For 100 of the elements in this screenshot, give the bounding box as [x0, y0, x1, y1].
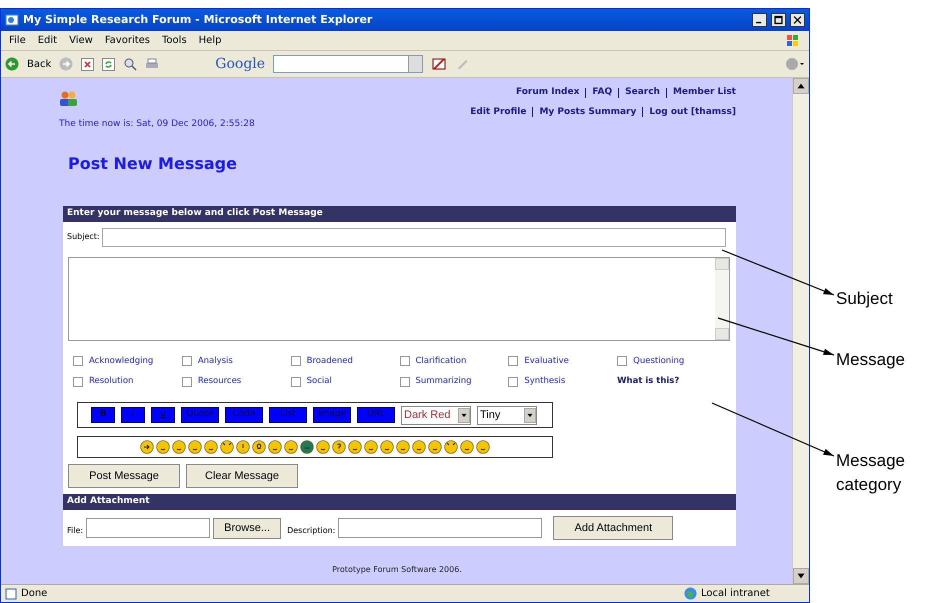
smiley-icon[interactable]	[268, 440, 282, 454]
message-field[interactable]	[68, 256, 730, 340]
smiley-icon[interactable]	[172, 440, 186, 454]
stop-icon[interactable]	[81, 58, 94, 70]
annotation-label: Subject	[836, 288, 893, 310]
smiley-icon[interactable]	[412, 440, 426, 454]
minimize-icon[interactable]	[752, 13, 767, 27]
page-icon	[5, 588, 17, 600]
smiley-icon[interactable]	[252, 440, 266, 454]
annotation-label: Message	[836, 349, 905, 371]
checkbox[interactable]	[617, 356, 628, 366]
current-time: The time now is: Sat, 09 Dec 2006, 2:55:28	[59, 118, 255, 131]
file-field[interactable]	[86, 518, 210, 538]
printer-icon[interactable]	[145, 57, 160, 71]
smiley-icon[interactable]	[348, 440, 362, 454]
category-label: Clarification	[416, 354, 466, 368]
footer-text: Prototype Forum Software 2006.	[331, 564, 463, 576]
smiley-icon[interactable]	[284, 440, 298, 454]
popup-blocker-icon[interactable]	[431, 57, 448, 71]
category-label: Broadened	[306, 354, 353, 368]
nav-link[interactable]: Search	[625, 86, 660, 100]
windows-logo-icon	[785, 32, 801, 48]
scrollbar[interactable]	[715, 258, 729, 340]
menu-item[interactable]: Help	[198, 33, 222, 48]
search-field[interactable]	[273, 55, 424, 73]
smiley-icon[interactable]	[460, 440, 474, 454]
smiley-icon[interactable]	[332, 440, 346, 454]
smiley-icon[interactable]	[188, 440, 202, 454]
subject-field[interactable]	[102, 228, 726, 246]
checkbox[interactable]	[400, 376, 410, 387]
nav-link[interactable]: Edit Profile	[470, 106, 526, 119]
nav-link[interactable]: My Posts Summary	[539, 106, 636, 119]
smiley-icon[interactable]	[236, 440, 250, 454]
category-label: Social	[306, 375, 332, 388]
size-select[interactable]: Tiny	[477, 406, 537, 424]
smiley-icon[interactable]	[156, 440, 170, 454]
color-select[interactable]: Dark Red	[401, 406, 471, 424]
category-label: Synthesis	[524, 375, 566, 388]
smiley-icon[interactable]	[300, 440, 314, 454]
post-button[interactable]: Post Message	[68, 464, 180, 488]
smiley-icon[interactable]	[396, 440, 410, 454]
refresh-icon[interactable]	[102, 58, 116, 70]
menu-item[interactable]: File	[9, 33, 26, 48]
add-attachment-button[interactable]: Add Attachment	[553, 516, 674, 540]
nav-link[interactable]: Forum Index	[516, 86, 580, 100]
smiley-icon[interactable]	[364, 440, 378, 454]
section-header: Add Attachment	[63, 494, 736, 510]
globe-icon	[684, 587, 697, 600]
page-title: Post New Message	[68, 152, 238, 174]
zone-text: Local intranet	[701, 587, 771, 601]
smiley-icon[interactable]	[476, 440, 490, 454]
browse-button[interactable]: Browse...	[213, 518, 282, 538]
menu-item[interactable]: Edit	[38, 33, 58, 48]
back-button[interactable]: Back	[27, 56, 52, 72]
users-icon	[58, 90, 78, 108]
throbber-icon	[785, 57, 805, 71]
menu-item[interactable]: View	[69, 33, 93, 48]
checkbox[interactable]	[73, 356, 83, 366]
page-scrollbar[interactable]	[792, 78, 809, 584]
nav-link[interactable]: Member List	[672, 86, 736, 100]
checkbox[interactable]	[73, 376, 83, 387]
annotation-label: Message category	[836, 450, 906, 496]
smiley-icon[interactable]	[428, 440, 442, 454]
nav-link[interactable]: Log out [thamss]	[649, 106, 736, 119]
google-logo: Google	[215, 54, 266, 74]
scroll-up-icon[interactable]	[793, 78, 809, 94]
category-label: Resolution	[89, 375, 134, 388]
smiley-icon[interactable]	[140, 440, 154, 454]
category-label: Questioning	[633, 354, 684, 368]
description-field[interactable]	[338, 518, 542, 538]
search-icon[interactable]	[123, 57, 138, 71]
smiley-icon[interactable]	[444, 440, 458, 454]
checkbox[interactable]	[182, 376, 192, 387]
smiley-icon[interactable]	[220, 440, 234, 454]
checkbox[interactable]	[290, 356, 301, 366]
category-label: Acknowledging	[89, 354, 154, 368]
checkbox[interactable]	[400, 356, 410, 366]
checkbox[interactable]	[182, 356, 192, 366]
nav-link[interactable]: FAQ	[592, 86, 612, 100]
status-text: Done	[21, 587, 48, 601]
smiley-icon[interactable]	[316, 440, 330, 454]
menu-item[interactable]: Favorites	[104, 33, 150, 48]
smiley-icon[interactable]	[204, 440, 218, 454]
checkbox[interactable]	[508, 356, 518, 366]
browser-icon	[5, 13, 19, 27]
clear-button[interactable]: Clear Message	[186, 464, 298, 488]
checkbox[interactable]	[508, 376, 518, 387]
smiley-icon[interactable]	[380, 440, 394, 454]
file-label: File:	[67, 525, 84, 537]
checkbox[interactable]	[290, 376, 301, 387]
section-header: Enter your message below and click Post Message	[63, 206, 736, 222]
category-label: Analysis	[198, 354, 233, 368]
description-label: Description:	[287, 525, 336, 537]
category-label: Summarizing	[416, 375, 472, 388]
maximize-icon[interactable]	[771, 13, 786, 27]
category-label: Evaluative	[524, 354, 569, 368]
close-icon[interactable]	[790, 13, 805, 27]
category-label: Resources	[198, 375, 242, 388]
help-link[interactable]: What is this?	[617, 375, 726, 388]
menu-item[interactable]: Tools	[162, 33, 187, 48]
